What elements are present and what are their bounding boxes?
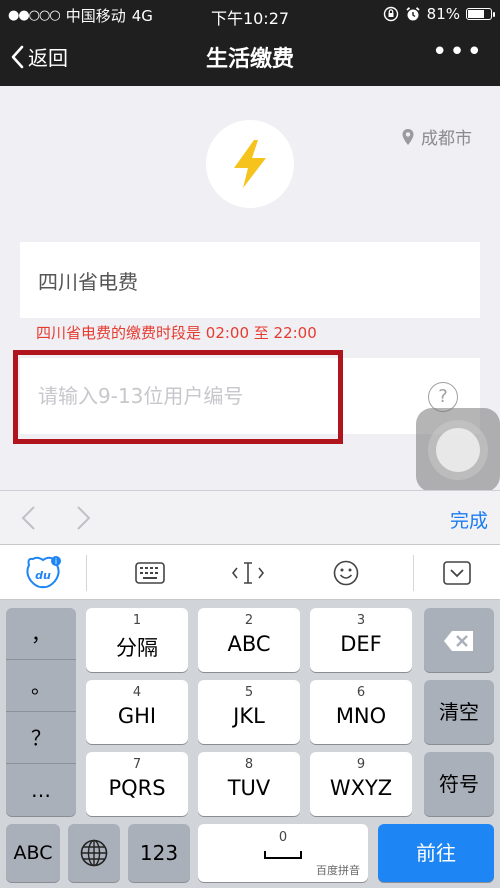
provider-field[interactable]: 四川省电费 bbox=[20, 242, 480, 318]
clear-key[interactable]: 清空 bbox=[424, 680, 494, 744]
svg-text:i: i bbox=[55, 557, 57, 566]
lightning-bolt-icon bbox=[234, 140, 266, 188]
key-3[interactable]: 3 DEF bbox=[310, 608, 412, 672]
backspace-icon bbox=[444, 631, 473, 651]
space-key[interactable]: 0 百度拼音 bbox=[198, 824, 368, 882]
key-number: 2 bbox=[244, 613, 254, 628]
more-options-button[interactable]: ••• bbox=[432, 39, 484, 65]
abc-key[interactable]: ABC bbox=[6, 824, 60, 882]
city-selector[interactable]: 成都市 bbox=[401, 124, 472, 149]
toolbar-separator bbox=[86, 555, 87, 591]
key-6[interactable]: 6 MNO bbox=[310, 680, 412, 744]
assistive-touch-button[interactable] bbox=[416, 408, 500, 492]
go-key[interactable]: 前往 bbox=[378, 824, 494, 882]
account-number-input[interactable] bbox=[38, 380, 418, 412]
key-number: 7 bbox=[132, 757, 142, 772]
key-number: 9 bbox=[356, 757, 366, 772]
key-9[interactable]: 9 WXYZ bbox=[310, 752, 412, 816]
next-field-icon[interactable] bbox=[76, 505, 92, 531]
cursor-control-button[interactable] bbox=[208, 545, 288, 601]
key-label: DEF bbox=[340, 632, 382, 656]
keyboard-accessory-bar: 完成 bbox=[0, 490, 500, 544]
keyboard-toolbar: du i bbox=[0, 544, 500, 600]
location-pin-icon bbox=[402, 128, 414, 145]
alarm-icon bbox=[406, 7, 420, 21]
status-bar: ●●○○○ 中国移动 4G 下午10:27 81% bbox=[0, 0, 500, 28]
globe-icon bbox=[80, 839, 108, 867]
key-4[interactable]: 4 GHI bbox=[86, 680, 188, 744]
provider-name: 四川省电费 bbox=[38, 270, 138, 294]
key-label: 分隔 bbox=[116, 636, 158, 660]
city-name: 成都市 bbox=[421, 129, 472, 149]
key-number: 0 bbox=[278, 830, 288, 845]
key-number: 1 bbox=[132, 613, 142, 628]
keyboard-switch-button[interactable] bbox=[110, 545, 190, 601]
collapse-keyboard-icon bbox=[443, 561, 471, 585]
key-label: ABC bbox=[227, 632, 271, 656]
punctuation-key[interactable]: ， bbox=[6, 608, 76, 660]
key-label: JKL bbox=[233, 704, 265, 728]
key-number: 4 bbox=[132, 685, 142, 700]
key-number: 6 bbox=[356, 685, 366, 700]
punctuation-key[interactable]: ？ bbox=[6, 712, 76, 764]
cursor-icon bbox=[231, 562, 265, 584]
key-number: 8 bbox=[244, 757, 254, 772]
key-label: GHI bbox=[117, 704, 157, 728]
key-label: TUV bbox=[227, 776, 271, 800]
assistive-touch-center bbox=[436, 428, 480, 472]
svg-text:du: du bbox=[35, 569, 51, 582]
key-8[interactable]: 8 TUV bbox=[198, 752, 300, 816]
key-7[interactable]: 7 PQRS bbox=[86, 752, 188, 816]
key-label: PQRS bbox=[108, 776, 166, 800]
space-bar-icon bbox=[264, 851, 302, 859]
key-number: 5 bbox=[244, 685, 254, 700]
punctuation-column: ， 。 ？ … bbox=[6, 608, 76, 816]
account-number-field: ? bbox=[20, 358, 480, 434]
symbol-key[interactable]: 符号 bbox=[424, 752, 494, 816]
battery-icon bbox=[466, 8, 495, 20]
key-5[interactable]: 5 JKL bbox=[198, 680, 300, 744]
t9-keyboard: ， 。 ？ … 1 分隔 2 ABC 3 DEF 4 GHI 5 JKL 6 M… bbox=[0, 600, 500, 888]
done-button[interactable]: 完成 bbox=[450, 506, 488, 533]
battery-percent: 81% bbox=[426, 5, 460, 23]
baidu-du-button[interactable]: du i bbox=[0, 545, 86, 601]
payment-hours-notice: 四川省电费的缴费时段是 02:00 至 22:00 bbox=[36, 324, 317, 342]
navigation-bar: 返回 生活缴费 ••• bbox=[0, 28, 500, 86]
backspace-key[interactable] bbox=[424, 608, 494, 672]
orientation-lock-icon bbox=[383, 6, 398, 22]
emoji-button[interactable] bbox=[306, 545, 386, 601]
keyboard-icon bbox=[135, 562, 165, 584]
key-1[interactable]: 1 分隔 bbox=[86, 608, 188, 672]
keyboard-brand-label: 百度拼音 bbox=[316, 864, 360, 877]
punctuation-key[interactable]: 。 bbox=[6, 660, 76, 712]
key-2[interactable]: 2 ABC bbox=[198, 608, 300, 672]
previous-field-icon[interactable] bbox=[20, 505, 36, 531]
du-icon: du i bbox=[26, 556, 61, 589]
emoji-icon bbox=[333, 560, 359, 586]
language-key[interactable] bbox=[68, 824, 120, 882]
punctuation-key[interactable]: … bbox=[6, 764, 76, 816]
key-number: 3 bbox=[356, 613, 366, 628]
key-label: MNO bbox=[335, 704, 387, 728]
key-label: WXYZ bbox=[329, 776, 393, 800]
number-mode-key[interactable]: 123 bbox=[128, 824, 190, 882]
hide-keyboard-button[interactable] bbox=[414, 545, 500, 601]
page-title: 生活缴费 bbox=[205, 47, 294, 72]
electricity-logo bbox=[206, 120, 294, 208]
